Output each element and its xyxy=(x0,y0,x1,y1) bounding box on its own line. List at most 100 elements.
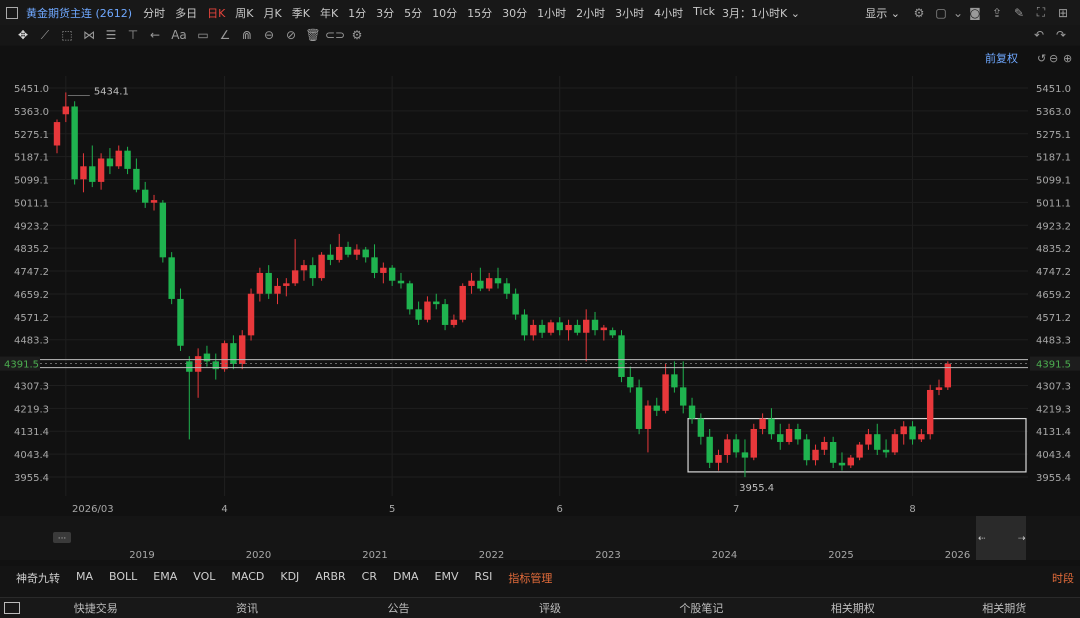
magnet-icon[interactable]: ⋒ xyxy=(236,28,258,42)
trash-icon[interactable]: 🗑 xyxy=(302,28,324,42)
indicator-10[interactable]: EMV xyxy=(427,570,467,586)
indicator-1[interactable]: MA xyxy=(68,570,101,586)
period-tab-14[interactable]: 2小时 xyxy=(571,5,610,21)
zoom-out-icon[interactable]: ⊖ xyxy=(1049,52,1058,65)
bottom-tab-6[interactable]: 相关期货 xyxy=(929,600,1080,616)
bottom-tab-1[interactable]: 资讯 xyxy=(171,600,322,616)
settings-icon[interactable]: ⚙ xyxy=(346,28,368,42)
indicator-12[interactable]: 指标管理 xyxy=(500,570,560,586)
session-button[interactable]: 时段 xyxy=(1052,570,1074,586)
period-tab-16[interactable]: 4小时 xyxy=(649,5,688,21)
indicator-7[interactable]: ARBR xyxy=(307,570,353,586)
period-tab-5[interactable]: 季K xyxy=(287,5,315,21)
price-tag-right: 4391.5 xyxy=(1036,360,1071,371)
bottom-tabs: 快捷交易 资讯 公告 评级 个股笔记 相关期权 相关期货 xyxy=(20,600,1080,616)
bottom-tab-0[interactable]: 快捷交易 xyxy=(20,600,171,616)
bottom-tab-5[interactable]: 相关期权 xyxy=(777,600,928,616)
indicator-8[interactable]: CR xyxy=(354,570,385,586)
period-tab-8[interactable]: 3分 xyxy=(371,5,399,21)
period-tab-11[interactable]: 15分 xyxy=(462,5,497,21)
indicator-2[interactable]: BOLL xyxy=(101,570,145,586)
navigator-right-handle-icon[interactable]: ⇢ xyxy=(1018,534,1026,544)
sidebar-toggle-icon[interactable] xyxy=(6,6,18,19)
period-tab-9[interactable]: 5分 xyxy=(399,5,427,21)
indicator-9[interactable]: DMA xyxy=(385,570,427,586)
camera-icon[interactable]: ◙ xyxy=(964,6,986,20)
pattern-tool-icon[interactable]: ⋈ xyxy=(78,28,100,42)
trendline-icon[interactable]: ⟋ xyxy=(34,28,56,43)
layout-square-icon[interactable]: ▢ xyxy=(930,6,952,20)
text-tool-icon[interactable]: Aa xyxy=(166,28,192,42)
candle xyxy=(926,384,934,440)
zoom-in-icon[interactable]: ⊕ xyxy=(1063,52,1072,65)
period-tab-6[interactable]: 年K xyxy=(315,5,343,21)
indicator-6[interactable]: KDJ xyxy=(272,570,307,586)
period-tab-2[interactable]: 日K xyxy=(202,5,230,21)
candle-body xyxy=(812,449,819,461)
comment-icon[interactable]: ▭ xyxy=(192,28,214,42)
candle-body xyxy=(133,168,140,190)
link-icon[interactable]: ⊂⊃ xyxy=(324,28,346,42)
navigator-left-handle-icon[interactable]: ⇠ xyxy=(978,534,986,544)
chevron-down-icon[interactable]: ⌄ xyxy=(952,6,964,20)
candle-body xyxy=(494,278,502,284)
candle-body xyxy=(547,322,555,333)
period-tab-3[interactable]: 周K xyxy=(230,5,258,21)
candle-body xyxy=(600,327,608,331)
period-tab-1[interactable]: 多日 xyxy=(170,5,202,21)
grid-icon[interactable]: ⊞ xyxy=(1052,6,1074,20)
adjust-mode-label[interactable]: 前复权 xyxy=(985,51,1018,65)
period-tab-0[interactable]: 分时 xyxy=(138,5,170,21)
indicator-3[interactable]: EMA xyxy=(145,570,185,586)
candle-body xyxy=(424,301,431,320)
bottom-tab-bar: 快捷交易 资讯 公告 评级 个股笔记 相关期权 相关期货 xyxy=(0,597,1080,618)
eraser-icon[interactable]: ∠ xyxy=(214,28,236,42)
bottom-tab-4[interactable]: 个股笔记 xyxy=(626,600,777,616)
symbol-title[interactable]: 黄金期货主连 (2612) xyxy=(26,5,132,21)
period-tab-10[interactable]: 10分 xyxy=(427,5,462,21)
y-tick-left: 4307.3 xyxy=(14,381,49,392)
hide-drawings-icon[interactable]: ⊘ xyxy=(280,28,302,42)
candle-body xyxy=(230,343,237,364)
y-tick-left: 5011.1 xyxy=(14,198,49,209)
bottom-tab-2[interactable]: 公告 xyxy=(323,600,474,616)
candle-body xyxy=(344,246,352,255)
measure-tool-icon[interactable]: ⊤ xyxy=(122,28,144,42)
reset-icon[interactable]: ↺ xyxy=(1037,52,1046,65)
y-tick-left: 4571.2 xyxy=(14,313,49,324)
time-navigator[interactable]: ··· ⇠ ⇢ 2019 2020 2021 2022 2023 2024 2025 2026 xyxy=(0,516,1080,561)
rectangle-tool-icon[interactable]: ⬚ xyxy=(56,28,78,42)
undo-icon[interactable]: ↶ xyxy=(1028,28,1050,42)
gear-icon[interactable]: ⚙ xyxy=(908,6,930,20)
candle-body xyxy=(512,293,519,315)
period-tab-17[interactable]: Tick xyxy=(688,5,720,21)
period-tab-13[interactable]: 1小时 xyxy=(532,5,571,21)
visibility-icon[interactable]: ⊖ xyxy=(258,28,280,42)
range-selector[interactable]: 3月：1小时K ⌄ xyxy=(720,5,800,21)
crosshair-move-icon[interactable]: ✥ xyxy=(12,28,34,42)
x-tick-label: 2026/03 xyxy=(72,504,114,515)
fib-tool-icon[interactable]: ☰ xyxy=(100,28,122,42)
monitor-icon[interactable] xyxy=(4,602,20,614)
period-tab-7[interactable]: 1分 xyxy=(343,5,371,21)
fullscreen-icon[interactable]: ⛶ xyxy=(1030,5,1052,20)
candlestick-chart[interactable]: 4391.5 4391.5 5451.0 5363.0 5275.1 5187.1 509… xyxy=(0,46,1080,566)
arrow-tool-icon[interactable]: ← xyxy=(144,28,166,42)
display-menu[interactable]: 显示 ⌄ xyxy=(865,5,900,21)
candle-body xyxy=(159,202,167,258)
indicator-0[interactable]: 神奇九转 xyxy=(8,570,68,586)
candle-body xyxy=(256,272,264,294)
candle-body xyxy=(900,426,907,435)
redo-icon[interactable]: ↷ xyxy=(1050,28,1072,42)
period-tab-4[interactable]: 月K xyxy=(259,5,287,21)
period-tab-12[interactable]: 30分 xyxy=(497,5,532,21)
indicator-11[interactable]: RSI xyxy=(466,570,500,586)
pen-icon[interactable]: ✎ xyxy=(1008,6,1030,20)
share-icon[interactable]: ⇪ xyxy=(986,6,1008,20)
indicator-5[interactable]: MACD xyxy=(223,570,272,586)
bottom-tab-3[interactable]: 评级 xyxy=(474,600,625,616)
candle-body xyxy=(441,304,449,325)
candle-body xyxy=(186,361,193,372)
period-tab-15[interactable]: 3小时 xyxy=(610,5,649,21)
indicator-4[interactable]: VOL xyxy=(185,570,223,586)
